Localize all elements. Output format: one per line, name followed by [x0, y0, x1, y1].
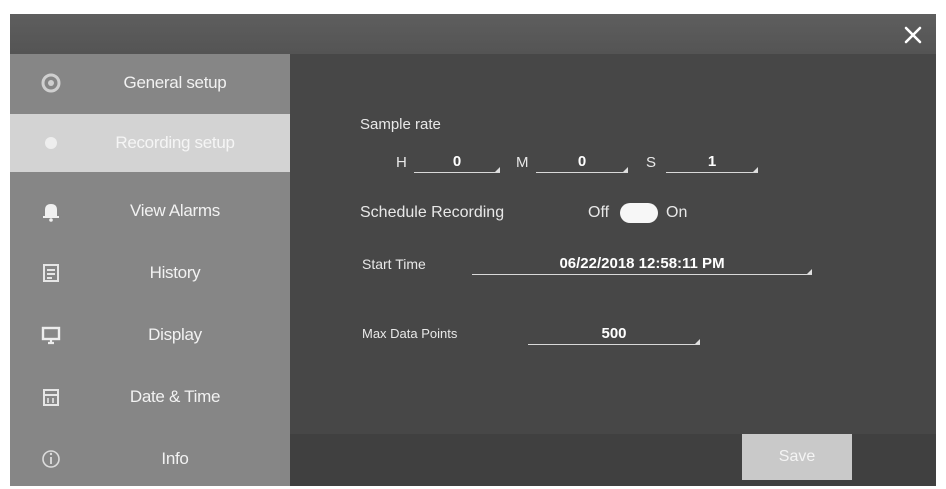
sidebar-item-label: Date & Time	[129, 387, 221, 406]
start-time-label: Start Time	[362, 256, 426, 272]
minutes-label: M	[516, 154, 529, 171]
sidebar: General setup Recording setup View Alarm…	[10, 54, 290, 486]
close-icon	[904, 26, 922, 44]
sidebar-item-label: Recording setup	[115, 133, 235, 152]
save-button[interactable]: Save	[742, 434, 852, 480]
on-label: On	[666, 204, 688, 221]
recording-setup-panel: Sample rate H 0 M 0 S 1 Schedule Recordi…	[290, 54, 936, 486]
seconds-input[interactable]: 1	[666, 152, 758, 173]
sample-rate-label: Sample rate	[360, 116, 441, 133]
sidebar-item-label: View Alarms	[130, 201, 220, 220]
info-icon	[42, 450, 60, 468]
sidebar-item-label: Display	[148, 325, 202, 344]
schedule-recording-toggle[interactable]	[620, 203, 658, 223]
minutes-input[interactable]: 0	[536, 152, 628, 173]
sidebar-item-date-time[interactable]: Date & Time	[10, 368, 290, 426]
schedule-recording-label: Schedule Recording	[360, 204, 505, 221]
bell-icon	[43, 204, 59, 222]
calendar-icon	[43, 389, 59, 406]
sidebar-item-label: History	[149, 263, 201, 282]
sidebar-item-general-setup[interactable]: General setup	[10, 54, 290, 112]
sidebar-item-info[interactable]: Info	[10, 430, 290, 486]
max-data-points-label: Max Data Points	[362, 326, 458, 341]
sidebar-item-recording-setup[interactable]: Recording setup	[10, 114, 290, 172]
hours-input[interactable]: 0	[414, 152, 500, 173]
settings-dialog: General setup Recording setup View Alarm…	[10, 14, 936, 486]
title-bar	[10, 14, 936, 54]
sidebar-item-history[interactable]: History	[10, 244, 290, 302]
max-data-points-input[interactable]: 500	[528, 324, 700, 345]
history-icon	[43, 264, 59, 282]
close-button[interactable]	[900, 22, 926, 48]
seconds-label: S	[646, 154, 657, 171]
recording-icon	[45, 137, 57, 149]
off-label: Off	[588, 204, 610, 221]
start-time-input[interactable]: 06/22/2018 12:58:11 PM	[472, 254, 812, 275]
gear-icon	[41, 73, 61, 93]
sidebar-item-view-alarms[interactable]: View Alarms	[10, 182, 290, 240]
sidebar-item-display[interactable]: Display	[10, 306, 290, 364]
monitor-icon	[41, 326, 61, 345]
sidebar-item-label: General setup	[123, 73, 227, 92]
hours-label: H	[396, 154, 407, 171]
sidebar-item-label: Info	[161, 449, 189, 468]
